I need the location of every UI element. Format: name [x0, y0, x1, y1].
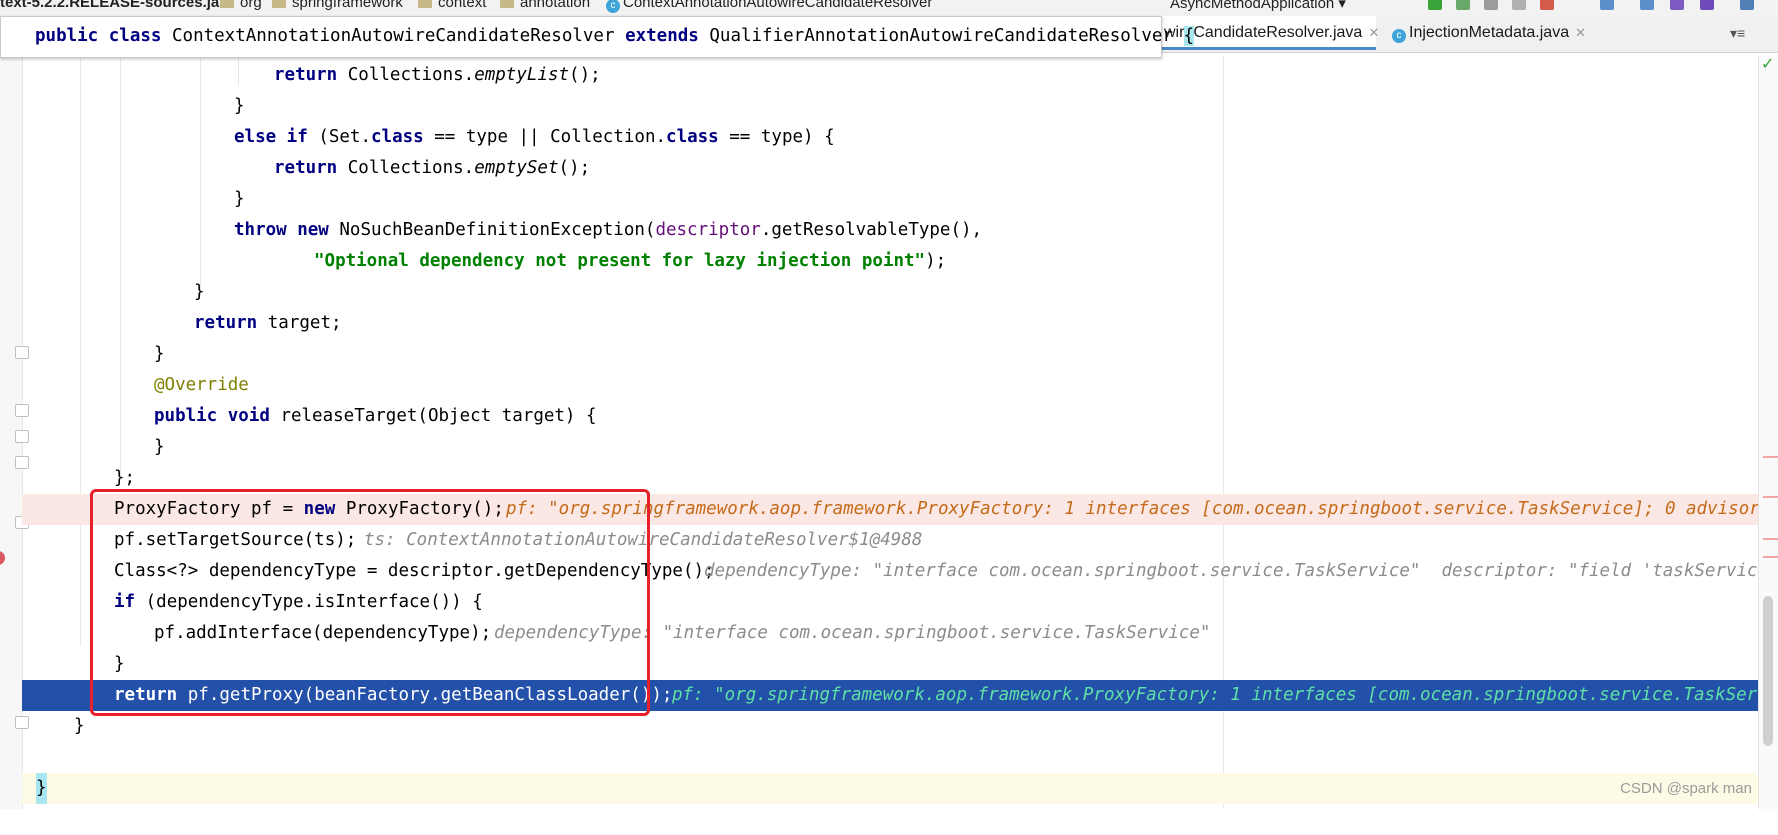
- watermark: CSDN @spark man: [1620, 780, 1752, 797]
- folder-icon: [272, 0, 286, 9]
- code-line[interactable]: }: [0, 339, 1778, 370]
- class-declaration: public class ContextAnnotationAutowireCa…: [35, 26, 1195, 46]
- stop-icon[interactable]: [1540, 0, 1554, 10]
- breadcrumb-item-annotation[interactable]: annotation: [500, 0, 590, 11]
- error-marker[interactable]: [1763, 456, 1778, 458]
- vcs-update-icon[interactable]: [1600, 0, 1614, 10]
- navigation-bar: text-5.2.2.RELEASE-sources.jar org sprin…: [0, 0, 1778, 17]
- highlight-box: [90, 489, 650, 716]
- profile-icon[interactable]: [1512, 0, 1526, 10]
- code-line[interactable]: }: [0, 277, 1778, 308]
- debug-value-hint: dependencyType: "interface com.ocean.spr…: [704, 561, 1778, 581]
- project-structure-icon[interactable]: [1740, 0, 1754, 10]
- code-line[interactable]: return target;: [0, 308, 1778, 339]
- class-icon: c: [1392, 29, 1406, 43]
- close-icon[interactable]: ✕: [1575, 25, 1586, 40]
- code-line[interactable]: public void releaseTarget(Object target)…: [0, 401, 1778, 432]
- class-icon: c: [606, 0, 620, 13]
- close-icon[interactable]: ✕: [1368, 25, 1379, 40]
- error-marker[interactable]: [1763, 538, 1778, 540]
- breadcrumb-item-context[interactable]: context: [418, 0, 486, 11]
- coverage-icon[interactable]: [1484, 0, 1498, 10]
- run-icon[interactable]: [1428, 0, 1442, 10]
- folder-icon: [418, 0, 432, 9]
- code-line[interactable]: "Optional dependency not present for laz…: [0, 246, 1778, 277]
- folder-icon: [220, 0, 234, 9]
- error-marker[interactable]: [1763, 556, 1778, 558]
- breadcrumb-item-class[interactable]: c ContextAnnotationAutowireCandidateResol…: [606, 0, 932, 13]
- error-marker[interactable]: [1763, 496, 1778, 498]
- vertical-scrollbar[interactable]: ✓: [1758, 54, 1778, 809]
- code-line[interactable]: return Collections.emptyList();: [0, 60, 1778, 91]
- code-line[interactable]: throw new NoSuchBeanDefinitionException(…: [0, 215, 1778, 246]
- sticky-class-header: public class ContextAnnotationAutowireCa…: [0, 16, 1195, 58]
- breadcrumb-jar[interactable]: text-5.2.2.RELEASE-sources.jar: [0, 0, 225, 11]
- caret-line[interactable]: }: [22, 773, 1758, 804]
- revert-icon[interactable]: [1700, 0, 1714, 10]
- code-line[interactable]: else if (Set.class == type || Collection…: [0, 122, 1778, 153]
- scrollbar-thumb[interactable]: [1763, 596, 1773, 746]
- run-config-select[interactable]: AsyncMethodApplication ▾: [1170, 0, 1346, 12]
- code-line[interactable]: }: [0, 432, 1778, 463]
- code-line[interactable]: @Override: [0, 370, 1778, 401]
- vcs-history-icon[interactable]: [1670, 0, 1684, 10]
- debug-value-hint: pf: "org.springframework.aop.framework.P…: [506, 499, 1778, 519]
- code-line[interactable]: }: [0, 184, 1778, 215]
- code-line[interactable]: return Collections.emptySet();: [0, 153, 1778, 184]
- tab-list-menu[interactable]: ▾≡: [1730, 16, 1770, 50]
- vcs-commit-icon[interactable]: [1640, 0, 1654, 10]
- debug-value-hint: pf: "org.springframework.aop.framework.P…: [672, 685, 1778, 705]
- breadcrumb-item-springframework[interactable]: springframework: [272, 0, 403, 11]
- debug-icon[interactable]: [1456, 0, 1470, 10]
- editor-tabs: wireCandidateResolver.java ✕ c InjectionMe…: [1160, 16, 1778, 53]
- folder-icon: [500, 0, 514, 9]
- breadcrumb-item-org[interactable]: org: [220, 0, 262, 11]
- check-icon: ✓: [1761, 54, 1775, 73]
- tab-injection-metadata[interactable]: c InjectionMetadata.java ✕: [1392, 16, 1602, 50]
- code-line[interactable]: }: [0, 91, 1778, 122]
